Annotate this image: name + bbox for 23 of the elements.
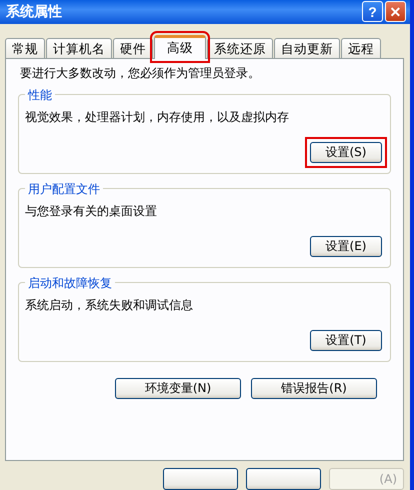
tab[interactable]: 自动更新: [274, 38, 340, 58]
dialog-button[interactable]: [163, 468, 238, 490]
settings-button[interactable]: 设置(T): [310, 330, 382, 351]
group-description: 视觉效果，处理器计划，内存使用，以及虚拟内存: [25, 108, 290, 126]
notice-text: 要进行大多数改动，您必须作为管理员登录。: [20, 64, 261, 82]
tab[interactable]: 系统还原: [207, 38, 273, 58]
group-title: 性能: [25, 86, 55, 104]
panel-button[interactable]: 环境变量(N): [115, 378, 241, 399]
tab[interactable]: 常规: [5, 38, 45, 58]
settings-button[interactable]: 设置(S): [310, 142, 382, 163]
tab[interactable]: 远程: [341, 38, 381, 58]
settings-button[interactable]: 设置(E): [310, 236, 382, 257]
group-description: 与您登录有关的桌面设置: [25, 202, 158, 220]
group-title: 启动和故障恢复: [25, 274, 115, 292]
tab[interactable]: 硬件: [113, 38, 153, 58]
help-button[interactable]: ?: [362, 1, 383, 22]
close-button[interactable]: ✕: [385, 1, 406, 22]
group-description: 系统启动，系统失败和调试信息: [25, 296, 194, 314]
window-title: 系统属性: [6, 2, 63, 21]
tab[interactable]: 计算机名: [46, 38, 112, 58]
dialog-button[interactable]: [246, 468, 321, 490]
panel-button[interactable]: 错误报告(R): [251, 378, 377, 399]
group-title: 用户配置文件: [25, 180, 103, 198]
